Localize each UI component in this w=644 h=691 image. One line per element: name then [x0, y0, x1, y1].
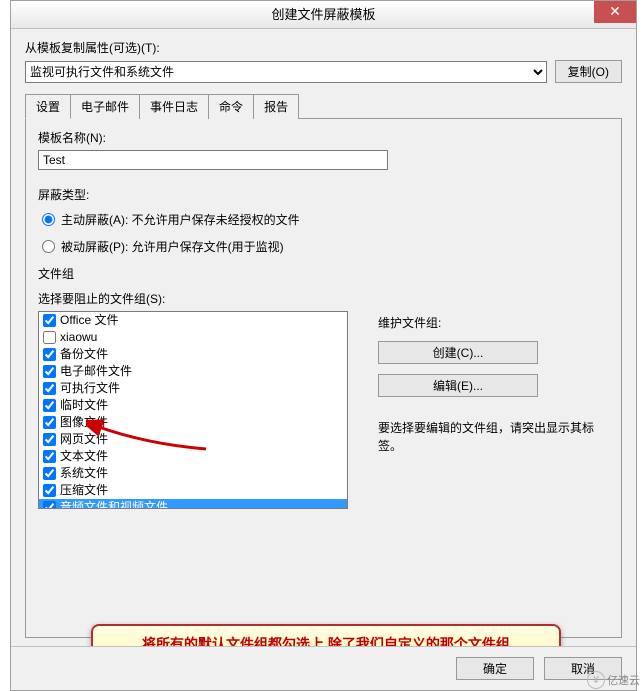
- window-title: 创建文件屏蔽模板: [271, 7, 375, 22]
- tab-container: 设置 电子邮件 事件日志 命令 报告 模板名称(N): 屏蔽类型: 主动屏蔽(A…: [25, 93, 622, 638]
- close-icon: ✕: [609, 3, 621, 19]
- maintain-label: 维护文件组:: [378, 314, 609, 331]
- copy-button[interactable]: 复制(O): [555, 60, 622, 83]
- tabstrip: 设置 电子邮件 事件日志 命令 报告: [25, 94, 622, 119]
- list-item[interactable]: 文本文件: [39, 448, 347, 465]
- list-item-label: 备份文件: [60, 347, 108, 362]
- watermark-icon: ¥: [587, 671, 605, 689]
- list-item-checkbox[interactable]: [43, 433, 56, 446]
- list-item[interactable]: 系统文件: [39, 465, 347, 482]
- list-item[interactable]: Office 文件: [39, 312, 347, 329]
- radio-passive-label: 被动屏蔽(P): 允许用户保存文件(用于监视): [61, 238, 284, 255]
- radio-active-input[interactable]: [42, 213, 55, 226]
- ok-button[interactable]: 确定: [456, 657, 534, 680]
- list-item[interactable]: 网页文件: [39, 431, 347, 448]
- screening-type-label: 屏蔽类型:: [38, 186, 609, 203]
- titlebar: 创建文件屏蔽模板 ✕: [11, 1, 636, 29]
- list-item[interactable]: 图像文件: [39, 414, 347, 431]
- copy-from-select[interactable]: 监视可执行文件和系统文件: [25, 61, 547, 83]
- watermark-text: 亿速云: [607, 672, 640, 688]
- list-item[interactable]: 临时文件: [39, 397, 347, 414]
- radio-passive-input[interactable]: [42, 240, 55, 253]
- list-item-label: 音频文件和视频文件: [60, 500, 168, 509]
- list-item-label: 网页文件: [60, 432, 108, 447]
- dialog-footer: 确定 取消: [11, 646, 636, 690]
- list-item[interactable]: 音频文件和视频文件: [39, 499, 347, 509]
- list-item-checkbox[interactable]: [43, 331, 56, 344]
- radio-passive-screening[interactable]: 被动屏蔽(P): 允许用户保存文件(用于监视): [42, 238, 609, 255]
- create-file-group-button[interactable]: 创建(C)...: [378, 341, 538, 364]
- tab-settings[interactable]: 设置: [25, 94, 71, 119]
- list-item-checkbox[interactable]: [43, 399, 56, 412]
- list-item[interactable]: 电子邮件文件: [39, 363, 347, 380]
- file-groups-left: 选择要阻止的文件组(S): Office 文件 xiaowu 备份文件电子邮件文件可…: [38, 290, 348, 509]
- list-item-label: 系统文件: [60, 466, 108, 481]
- watermark: ¥ 亿速云: [587, 671, 640, 689]
- list-item[interactable]: 备份文件: [39, 346, 347, 363]
- file-groups-listbox[interactable]: Office 文件 xiaowu 备份文件电子邮件文件可执行文件临时文件图像文件网页…: [38, 311, 348, 509]
- dialog-window: 创建文件屏蔽模板 ✕ 从模板复制属性(可选)(T): 监视可执行文件和系统文件 …: [10, 0, 637, 691]
- list-item-label: 临时文件: [60, 398, 108, 413]
- list-item-checkbox[interactable]: [43, 365, 56, 378]
- list-item-checkbox[interactable]: [43, 382, 56, 395]
- template-name-input[interactable]: [38, 150, 388, 170]
- file-groups-area: 选择要阻止的文件组(S): Office 文件 xiaowu 备份文件电子邮件文件可…: [38, 290, 609, 509]
- list-item-checkbox[interactable]: [43, 501, 56, 509]
- tab-panel-settings: 模板名称(N): 屏蔽类型: 主动屏蔽(A): 不允许用户保存未经授权的文件 被…: [25, 118, 622, 638]
- list-item-checkbox[interactable]: [43, 314, 56, 327]
- list-item-label: xiaowu: [60, 330, 97, 345]
- file-groups-right: 维护文件组: 创建(C)... 编辑(E)... 要选择要编辑的文件组，请突出显…: [378, 290, 609, 509]
- list-item[interactable]: 压缩文件: [39, 482, 347, 499]
- file-groups-header: 文件组: [38, 265, 609, 282]
- list-item-checkbox[interactable]: [43, 484, 56, 497]
- tab-report[interactable]: 报告: [253, 94, 299, 119]
- close-button[interactable]: ✕: [594, 1, 636, 23]
- list-item[interactable]: xiaowu: [39, 329, 347, 346]
- tab-eventlog[interactable]: 事件日志: [139, 94, 209, 119]
- list-item-checkbox[interactable]: [43, 450, 56, 463]
- list-item-checkbox[interactable]: [43, 416, 56, 429]
- list-item-label: 压缩文件: [60, 483, 108, 498]
- list-item-label: 图像文件: [60, 415, 108, 430]
- file-groups-hint: 要选择要编辑的文件组，请突出显示其标签。: [378, 419, 609, 455]
- radio-active-label: 主动屏蔽(A): 不允许用户保存未经授权的文件: [61, 211, 300, 228]
- list-item-label: Office 文件: [60, 313, 118, 328]
- radio-active-screening[interactable]: 主动屏蔽(A): 不允许用户保存未经授权的文件: [42, 211, 609, 228]
- list-item-label: 可执行文件: [60, 381, 120, 396]
- list-item-label: 文本文件: [60, 449, 108, 464]
- template-name-label: 模板名称(N):: [38, 129, 609, 146]
- list-item-label: 电子邮件文件: [60, 364, 132, 379]
- copy-from-label: 从模板复制属性(可选)(T):: [25, 39, 622, 56]
- list-item[interactable]: 可执行文件: [39, 380, 347, 397]
- dialog-content: 从模板复制属性(可选)(T): 监视可执行文件和系统文件 复制(O) 设置 电子…: [11, 29, 636, 646]
- file-groups-select-label: 选择要阻止的文件组(S):: [38, 290, 348, 307]
- list-item-checkbox[interactable]: [43, 467, 56, 480]
- edit-file-group-button[interactable]: 编辑(E)...: [378, 374, 538, 397]
- tab-command[interactable]: 命令: [208, 94, 254, 119]
- list-item-checkbox[interactable]: [43, 348, 56, 361]
- tab-email[interactable]: 电子邮件: [70, 94, 140, 119]
